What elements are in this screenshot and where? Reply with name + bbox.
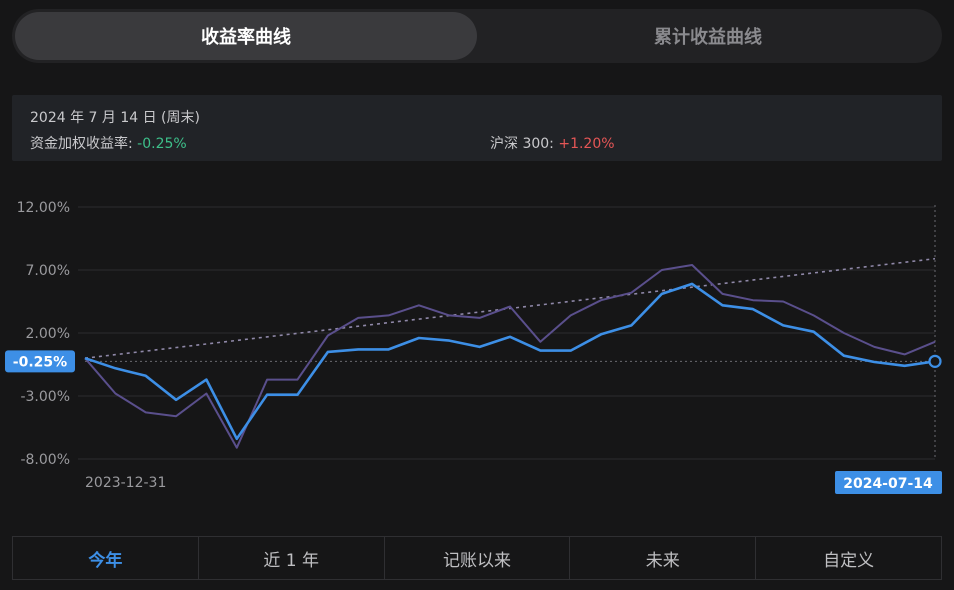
current-value-label: -0.25%: [13, 354, 67, 370]
period-this-year[interactable]: 今年: [13, 537, 199, 579]
x-start-label: 2023-12-31: [85, 475, 166, 491]
period-future[interactable]: 未来: [570, 537, 757, 579]
y-tick-label: -3.00%: [20, 389, 70, 405]
y-tick-label: 7.00%: [26, 263, 70, 279]
return-chart[interactable]: 12.00% 7.00% 2.00% -3.00% -8.00% -0.25% 2023-1…: [0, 0, 954, 530]
y-tick-label: 12.00%: [17, 200, 70, 216]
trend-line: [84, 257, 936, 359]
end-point-marker: [928, 354, 942, 368]
period-custom[interactable]: 自定义: [756, 537, 941, 579]
index-line: [84, 264, 936, 449]
y-tick-label: -8.00%: [20, 452, 70, 468]
x-end-label: 2024-07-14: [843, 476, 933, 492]
period-selector: 今年 近 1 年 记账以来 未来 自定义: [12, 536, 942, 580]
period-since-start[interactable]: 记账以来: [385, 537, 571, 579]
y-tick-label: 2.00%: [26, 326, 70, 342]
period-last-year[interactable]: 近 1 年: [199, 537, 385, 579]
